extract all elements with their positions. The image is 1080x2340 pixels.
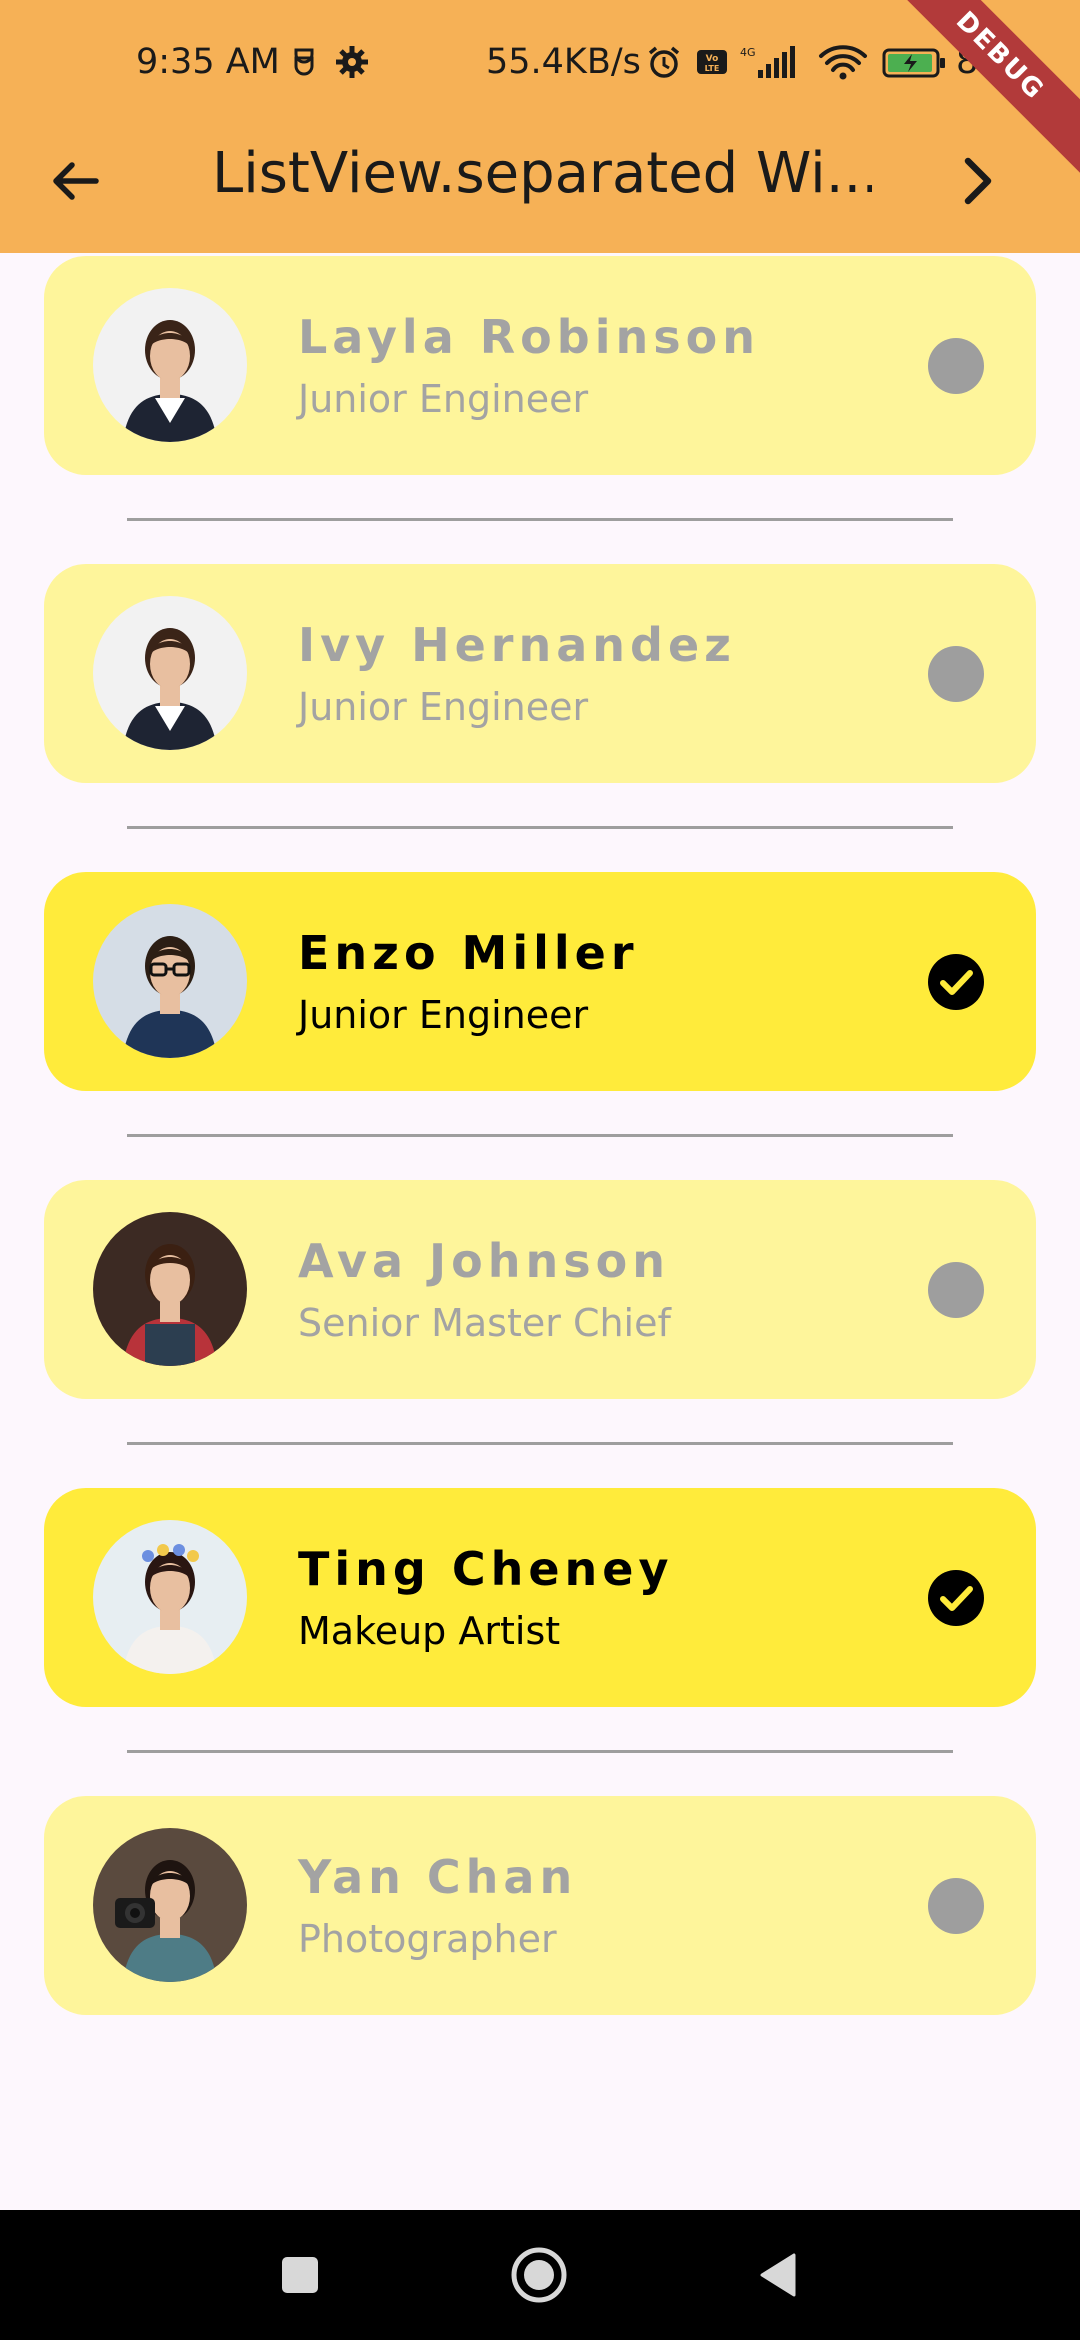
list-separator (0, 1707, 1080, 1796)
shield-icon (286, 44, 322, 80)
divider-line (127, 1442, 953, 1445)
home-circle-icon (511, 2247, 567, 2303)
battery-icon (882, 44, 948, 80)
check-circle-icon[interactable] (928, 954, 984, 1010)
status-bar: 9:35 AM 55.4KB/s Vo LTE 4G (0, 38, 1080, 86)
network-type: 4G (740, 46, 756, 59)
list-separator (0, 1091, 1080, 1180)
toolbar: ListView.separated Wi... (0, 120, 1080, 230)
recents-button[interactable] (270, 2245, 330, 2305)
square-icon (282, 2257, 318, 2293)
status-time: 9:35 AM (136, 42, 280, 82)
radio-dot-icon[interactable] (928, 646, 984, 702)
avatar-man-glasses (93, 904, 247, 1058)
person-role: Senior Master Chief (298, 1301, 671, 1345)
system-back-button[interactable] (750, 2245, 810, 2305)
divider-line (127, 518, 953, 521)
person-card[interactable]: Ava Johnson Senior Master Chief (44, 1180, 1036, 1399)
person-name: Yan Chan (298, 1850, 578, 1904)
divider-line (127, 826, 953, 829)
list-separator (0, 1399, 1080, 1488)
chevron-right-icon (964, 157, 992, 205)
page-title: ListView.separated Wi... (212, 141, 872, 206)
list-separator (0, 475, 1080, 564)
home-button[interactable] (509, 2245, 569, 2305)
person-role: Makeup Artist (298, 1609, 561, 1653)
avatar-woman-flowers (93, 1520, 247, 1674)
avatar-woman-chef (93, 1212, 247, 1366)
cell-signal-icon: 4G (738, 44, 804, 80)
back-button[interactable] (40, 145, 112, 217)
alarm-icon (646, 44, 682, 80)
person-card[interactable]: Ting Cheney Makeup Artist (44, 1488, 1036, 1707)
list-separator (0, 783, 1080, 872)
radio-dot-icon[interactable] (928, 1262, 984, 1318)
person-role: Junior Engineer (298, 685, 589, 729)
avatar-woman-business (93, 596, 247, 750)
person-name: Ava Johnson (298, 1234, 670, 1288)
radio-dot-icon[interactable] (928, 338, 984, 394)
check-circle-icon[interactable] (928, 1570, 984, 1626)
person-card[interactable]: Layla Robinson Junior Engineer (44, 256, 1036, 475)
people-list-content: Junior Engineer Layla Robinson Junior Engi… (0, 253, 1080, 2015)
svg-text:Vo: Vo (706, 54, 719, 64)
system-nav-bar (0, 2210, 1080, 2340)
divider-line (127, 1134, 953, 1137)
volte-icon: Vo LTE (694, 44, 730, 80)
person-role: Photographer (298, 1917, 557, 1961)
person-role: Junior Engineer (298, 993, 589, 1037)
avatar-woman-camera (93, 1828, 247, 1982)
person-role: Junior Engineer (298, 377, 589, 421)
person-name: Enzo Miller (298, 926, 639, 980)
gear-icon (334, 44, 370, 80)
person-name: Layla Robinson (298, 310, 760, 364)
people-list[interactable]: Junior Engineer Layla Robinson Junior Engi… (0, 253, 1080, 2210)
divider-line (127, 1750, 953, 1753)
forward-button[interactable] (940, 145, 1012, 217)
person-card[interactable]: Ivy Hernandez Junior Engineer (44, 564, 1036, 783)
network-speed: 55.4KB/s (486, 42, 641, 82)
svg-text:LTE: LTE (705, 64, 720, 73)
wifi-icon (818, 44, 868, 80)
radio-dot-icon[interactable] (928, 1878, 984, 1934)
person-name: Ting Cheney (298, 1542, 674, 1596)
person-card[interactable]: Enzo Miller Junior Engineer (44, 872, 1036, 1091)
person-card[interactable]: Yan Chan Photographer (44, 1796, 1036, 2015)
app-bar: 9:35 AM 55.4KB/s Vo LTE 4G DEBUG ListVie… (0, 0, 1080, 253)
screen: 9:35 AM 55.4KB/s Vo LTE 4G DEBUG ListVie… (0, 0, 1080, 2340)
triangle-back-icon (760, 2253, 796, 2297)
person-name: Ivy Hernandez (298, 618, 736, 672)
avatar-woman-business (93, 288, 247, 442)
arrow-back-icon (53, 162, 99, 200)
